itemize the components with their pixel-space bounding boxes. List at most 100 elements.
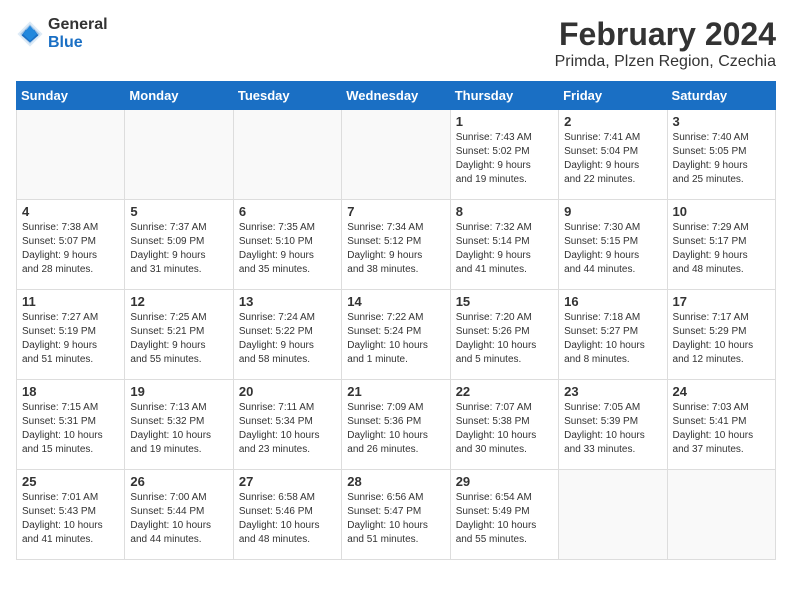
day-detail: Sunrise: 6:54 AM Sunset: 5:49 PM Dayligh…: [456, 491, 553, 547]
day-detail: Sunrise: 7:13 AM Sunset: 5:32 PM Dayligh…: [130, 401, 227, 457]
day-number: 29: [456, 474, 553, 489]
calendar-day-cell: [233, 110, 341, 200]
day-detail: Sunrise: 7:01 AM Sunset: 5:43 PM Dayligh…: [22, 491, 119, 547]
calendar-day-cell: 3 Sunrise: 7:40 AM Sunset: 5:05 PM Daylig…: [667, 110, 775, 200]
calendar-day-cell: 19 Sunrise: 7:13 AM Sunset: 5:32 PM Dayli…: [125, 380, 233, 470]
calendar-day-cell: 24Sunrise: 7:03 AM Sunset: 5:41 PM Dayli…: [667, 380, 775, 470]
calendar-day-cell: 27 Sunrise: 6:58 AM Sunset: 5:46 PM Dayli…: [233, 470, 341, 560]
calendar-week-row: 11 Sunrise: 7:27 AM Sunset: 5:19 PM Dayli…: [17, 290, 776, 380]
day-number: 27: [239, 474, 336, 489]
day-number: 6: [239, 204, 336, 219]
day-number: 7: [347, 204, 444, 219]
day-number: 20: [239, 384, 336, 399]
logo: General Blue: [16, 16, 108, 51]
calendar-day-cell: 4Sunrise: 7:38 AM Sunset: 5:07 PM Daylig…: [17, 200, 125, 290]
calendar-day-cell: [17, 110, 125, 200]
day-detail: Sunrise: 7:43 AM Sunset: 5:02 PM Dayligh…: [456, 131, 553, 187]
day-detail: Sunrise: 7:37 AM Sunset: 5:09 PM Dayligh…: [130, 221, 227, 277]
day-detail: Sunrise: 7:40 AM Sunset: 5:05 PM Dayligh…: [673, 131, 770, 187]
calendar-day-cell: [667, 470, 775, 560]
calendar-day-cell: 25 Sunrise: 7:01 AM Sunset: 5:43 PM Dayli…: [17, 470, 125, 560]
calendar-header-row: SundayMondayTuesdayWednesdayThursdayFrid…: [17, 82, 776, 110]
day-detail: Sunrise: 7:29 AM Sunset: 5:17 PM Dayligh…: [673, 221, 770, 277]
day-detail: Sunrise: 6:58 AM Sunset: 5:46 PM Dayligh…: [239, 491, 336, 547]
calendar-day-cell: [342, 110, 450, 200]
day-number: 8: [456, 204, 553, 219]
day-number: 15: [456, 294, 553, 309]
day-number: 23: [564, 384, 661, 399]
day-number: 28: [347, 474, 444, 489]
calendar-day-cell: 13 Sunrise: 7:24 AM Sunset: 5:22 PM Dayli…: [233, 290, 341, 380]
day-detail: Sunrise: 7:34 AM Sunset: 5:12 PM Dayligh…: [347, 221, 444, 277]
calendar-week-row: 18 Sunrise: 7:15 AM Sunset: 5:31 PM Dayli…: [17, 380, 776, 470]
day-number: 9: [564, 204, 661, 219]
day-number: 12: [130, 294, 227, 309]
day-detail: Sunrise: 7:22 AM Sunset: 5:24 PM Dayligh…: [347, 311, 444, 367]
calendar-day-cell: [125, 110, 233, 200]
day-detail: Sunrise: 7:17 AM Sunset: 5:29 PM Dayligh…: [673, 311, 770, 367]
calendar-day-cell: 6 Sunrise: 7:35 AM Sunset: 5:10 PM Daylig…: [233, 200, 341, 290]
day-number: 5: [130, 204, 227, 219]
day-number: 21: [347, 384, 444, 399]
calendar-day-cell: 12 Sunrise: 7:25 AM Sunset: 5:21 PM Dayli…: [125, 290, 233, 380]
calendar-day-cell: 20 Sunrise: 7:11 AM Sunset: 5:34 PM Dayli…: [233, 380, 341, 470]
day-number: 11: [22, 294, 119, 309]
logo-line2: Blue: [48, 34, 108, 52]
day-number: 22: [456, 384, 553, 399]
day-detail: Sunrise: 6:56 AM Sunset: 5:47 PM Dayligh…: [347, 491, 444, 547]
calendar-day-cell: 21 Sunrise: 7:09 AM Sunset: 5:36 PM Dayli…: [342, 380, 450, 470]
day-number: 17: [673, 294, 770, 309]
calendar-day-cell: 29 Sunrise: 6:54 AM Sunset: 5:49 PM Dayli…: [450, 470, 558, 560]
day-detail: Sunrise: 7:30 AM Sunset: 5:15 PM Dayligh…: [564, 221, 661, 277]
day-detail: Sunrise: 7:24 AM Sunset: 5:22 PM Dayligh…: [239, 311, 336, 367]
day-number: 10: [673, 204, 770, 219]
day-of-week-header: Thursday: [450, 82, 558, 110]
day-of-week-header: Friday: [559, 82, 667, 110]
day-detail: Sunrise: 7:09 AM Sunset: 5:36 PM Dayligh…: [347, 401, 444, 457]
logo-line1: General: [48, 16, 108, 34]
day-detail: Sunrise: 7:07 AM Sunset: 5:38 PM Dayligh…: [456, 401, 553, 457]
day-number: 3: [673, 114, 770, 129]
day-number: 1: [456, 114, 553, 129]
day-number: 19: [130, 384, 227, 399]
day-number: 26: [130, 474, 227, 489]
calendar-table: SundayMondayTuesdayWednesdayThursdayFrid…: [16, 81, 776, 560]
calendar-day-cell: 10 Sunrise: 7:29 AM Sunset: 5:17 PM Dayli…: [667, 200, 775, 290]
calendar-day-cell: 7 Sunrise: 7:34 AM Sunset: 5:12 PM Daylig…: [342, 200, 450, 290]
day-number: 18: [22, 384, 119, 399]
calendar-day-cell: 14 Sunrise: 7:22 AM Sunset: 5:24 PM Dayli…: [342, 290, 450, 380]
day-detail: Sunrise: 7:20 AM Sunset: 5:26 PM Dayligh…: [456, 311, 553, 367]
calendar-day-cell: 23Sunrise: 7:05 AM Sunset: 5:39 PM Dayli…: [559, 380, 667, 470]
calendar-week-row: 1 Sunrise: 7:43 AM Sunset: 5:02 PM Daylig…: [17, 110, 776, 200]
calendar-title: February 2024: [555, 16, 776, 53]
header: General Blue February 2024 Primda, Plzen…: [16, 16, 776, 71]
calendar-day-cell: 28 Sunrise: 6:56 AM Sunset: 5:47 PM Dayli…: [342, 470, 450, 560]
day-of-week-header: Wednesday: [342, 82, 450, 110]
day-detail: Sunrise: 7:27 AM Sunset: 5:19 PM Dayligh…: [22, 311, 119, 367]
day-detail: Sunrise: 7:32 AM Sunset: 5:14 PM Dayligh…: [456, 221, 553, 277]
logo-icon: [16, 20, 44, 48]
calendar-day-cell: 17 Sunrise: 7:17 AM Sunset: 5:29 PM Dayli…: [667, 290, 775, 380]
day-detail: Sunrise: 7:00 AM Sunset: 5:44 PM Dayligh…: [130, 491, 227, 547]
day-of-week-header: Saturday: [667, 82, 775, 110]
calendar-day-cell: [559, 470, 667, 560]
calendar-day-cell: 9 Sunrise: 7:30 AM Sunset: 5:15 PM Daylig…: [559, 200, 667, 290]
calendar-week-row: 4Sunrise: 7:38 AM Sunset: 5:07 PM Daylig…: [17, 200, 776, 290]
day-number: 13: [239, 294, 336, 309]
day-number: 25: [22, 474, 119, 489]
calendar-day-cell: 16Sunrise: 7:18 AM Sunset: 5:27 PM Dayli…: [559, 290, 667, 380]
calendar-day-cell: 22 Sunrise: 7:07 AM Sunset: 5:38 PM Dayli…: [450, 380, 558, 470]
day-of-week-header: Monday: [125, 82, 233, 110]
calendar-day-cell: 11 Sunrise: 7:27 AM Sunset: 5:19 PM Dayli…: [17, 290, 125, 380]
day-detail: Sunrise: 7:35 AM Sunset: 5:10 PM Dayligh…: [239, 221, 336, 277]
calendar-day-cell: 26 Sunrise: 7:00 AM Sunset: 5:44 PM Dayli…: [125, 470, 233, 560]
day-detail: Sunrise: 7:41 AM Sunset: 5:04 PM Dayligh…: [564, 131, 661, 187]
day-detail: Sunrise: 7:11 AM Sunset: 5:34 PM Dayligh…: [239, 401, 336, 457]
calendar-week-row: 25 Sunrise: 7:01 AM Sunset: 5:43 PM Dayli…: [17, 470, 776, 560]
day-number: 2: [564, 114, 661, 129]
day-detail: Sunrise: 7:15 AM Sunset: 5:31 PM Dayligh…: [22, 401, 119, 457]
day-detail: Sunrise: 7:38 AM Sunset: 5:07 PM Dayligh…: [22, 221, 119, 277]
day-number: 14: [347, 294, 444, 309]
logo-text: General Blue: [48, 16, 108, 51]
day-detail: Sunrise: 7:25 AM Sunset: 5:21 PM Dayligh…: [130, 311, 227, 367]
